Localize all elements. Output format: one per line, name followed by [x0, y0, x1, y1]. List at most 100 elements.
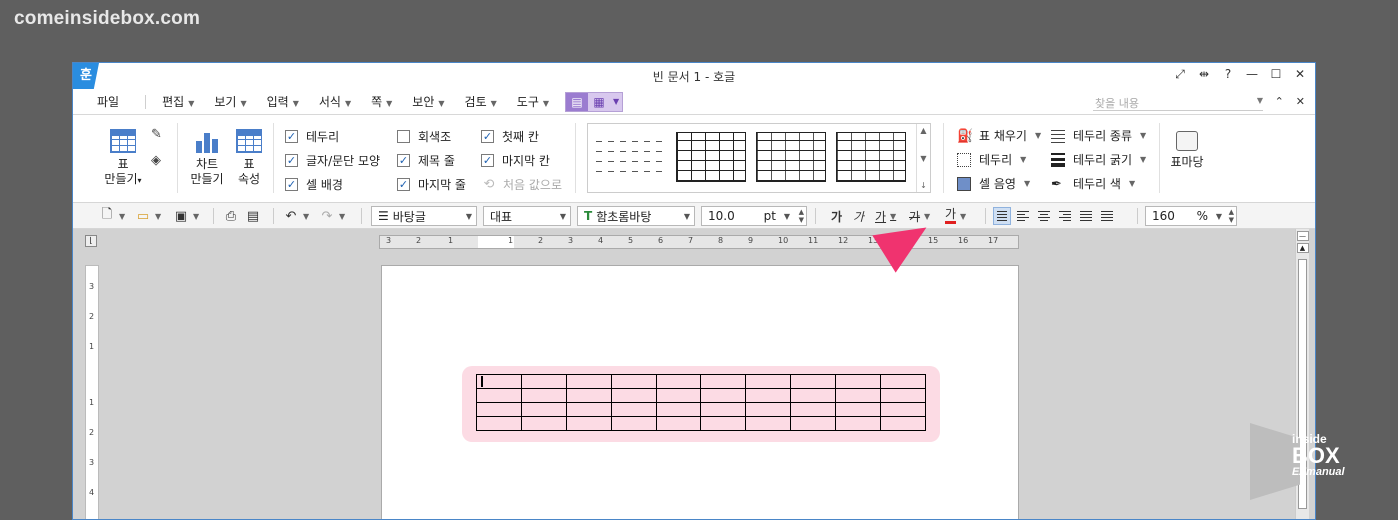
checkbox[interactable]: ✓ — [285, 154, 298, 167]
menu-file[interactable]: 파일 — [73, 93, 139, 110]
make-chart-button[interactable]: 차트 만들기 — [187, 129, 227, 187]
menu-view[interactable]: 보기 ▼ — [204, 93, 256, 110]
check-cell-bg[interactable]: ✓ 셀 배경 — [285, 176, 343, 193]
help-icon[interactable]: ? — [1221, 67, 1235, 82]
style-select[interactable]: ☰ 바탕글 ▼ — [371, 206, 477, 226]
gallery-scrollbar[interactable]: ▲ ▼ ↓ — [916, 124, 930, 192]
print-button[interactable]: ⎙ — [223, 207, 239, 225]
zoom-input[interactable]: 160% ▼ ▲ ▼ — [1145, 206, 1237, 226]
distribute-align-icon[interactable] — [1077, 207, 1095, 225]
menu-format[interactable]: 서식 ▼ — [309, 93, 361, 110]
center-align-icon[interactable] — [1035, 207, 1053, 225]
menu-security[interactable]: 보안 ▼ — [402, 93, 454, 110]
expand-gallery-icon[interactable]: ↓ — [920, 181, 927, 190]
check-last-col[interactable]: ✓ 마지막 칸 — [481, 152, 550, 169]
lang-select[interactable]: 대표 ▼ — [483, 206, 571, 226]
chevron-down-icon: ▼ — [344, 99, 352, 108]
font-select[interactable]: T 함초롬바탕 ▼ — [577, 206, 695, 226]
checkbox[interactable]: ✓ — [481, 130, 494, 143]
preview-button[interactable]: ▤ — [245, 207, 261, 225]
table-fill-icon[interactable]: ◈ — [151, 153, 161, 168]
left-align-icon[interactable] — [1014, 207, 1032, 225]
chevron-down-icon: ▼ — [1034, 131, 1042, 140]
maximize-button[interactable]: ☐ — [1269, 67, 1283, 82]
chevron-down-icon[interactable]: ▼ — [610, 93, 622, 111]
table-style-grid[interactable] — [676, 132, 746, 182]
justify-align-icon[interactable] — [993, 207, 1011, 225]
table-design-icon[interactable]: ▤ — [566, 92, 589, 111]
chevron-up-icon[interactable]: ▲ — [920, 126, 926, 135]
check-label: 마지막 칸 — [502, 154, 550, 168]
table-style-plain[interactable] — [596, 132, 666, 182]
cell-shade-button[interactable]: 셀 음영 ▼ — [957, 175, 1030, 192]
ruler-corner-icon[interactable]: ⌊ — [85, 235, 97, 247]
border-width-icon — [1051, 152, 1065, 167]
spinner-icon[interactable]: ▲ ▼ — [799, 208, 804, 224]
check-title-row[interactable]: ✓ 제목 줄 — [397, 152, 455, 169]
checkbox[interactable]: ✓ — [285, 130, 298, 143]
check-label: 글자/문단 모양 — [306, 154, 381, 168]
open-button[interactable]: ▭ ▼ — [135, 207, 161, 225]
document-page[interactable] — [381, 265, 1019, 519]
check-first-col[interactable]: ✓ 첫째 칸 — [481, 128, 539, 145]
table-style-grid-dotted[interactable] — [756, 132, 826, 182]
menu-label: 편집 — [162, 95, 185, 109]
table-properties-button[interactable]: 표 속성 — [231, 129, 267, 187]
collapse-ribbon-icon[interactable]: ⌃ — [1275, 95, 1284, 108]
checkbox[interactable]: ✓ — [397, 154, 410, 167]
border-color-button[interactable]: ✒ 테두리 색 ▼ — [1051, 175, 1135, 192]
table-edit-icon[interactable]: ✎ — [151, 127, 162, 142]
find-input[interactable]: 찾을 내용 ▼ — [1093, 93, 1263, 111]
split-icon[interactable]: ⇹ — [1197, 67, 1211, 82]
logo-line: BOX — [1292, 443, 1340, 468]
menu-tools[interactable]: 도구 ▼ — [507, 93, 559, 110]
menu-review[interactable]: 검토 ▼ — [455, 93, 507, 110]
menu-label: 쪽 — [371, 95, 383, 109]
bold-button[interactable]: 가 — [831, 207, 842, 225]
italic-button[interactable]: 가 — [853, 207, 864, 225]
logo-text: inside BOX EZmanual — [1292, 433, 1345, 478]
document-table[interactable] — [476, 374, 926, 431]
table-fit-button[interactable]: 표마당 — [1167, 131, 1207, 170]
border-width-button[interactable]: 테두리 굵기 ▼ — [1051, 151, 1146, 168]
check-grayscale[interactable]: 회색조 — [397, 128, 451, 145]
border-type-button[interactable]: 테두리 종류 ▼ — [1051, 127, 1146, 144]
font-color-button[interactable]: 가 ▼ — [945, 207, 966, 225]
cell-fill-button[interactable]: ⛽ 표 채우기 ▼ — [957, 127, 1041, 144]
chevron-down-icon[interactable]: ▼ — [920, 154, 926, 163]
spinner-icon[interactable]: ▲ ▼ — [1229, 208, 1234, 224]
save-button[interactable]: ▣ ▼ — [173, 207, 199, 225]
checkbox[interactable]: ✓ — [481, 154, 494, 167]
check-border[interactable]: ✓ 테두리 — [285, 128, 339, 145]
redo-button[interactable]: ↷ ▼ — [319, 207, 346, 225]
menu-page[interactable]: 쪽 ▼ — [361, 93, 402, 110]
undo-button[interactable]: ↶ ▼ — [283, 207, 310, 225]
chevron-down-icon[interactable]: ▼ — [1257, 96, 1263, 105]
menu-edit[interactable]: 편집 ▼ — [152, 93, 204, 110]
minimize-button[interactable]: — — [1245, 67, 1259, 82]
font-size-input[interactable]: 10.0 pt ▼ ▲ ▼ — [701, 206, 807, 226]
menu-insert[interactable]: 입력 ▼ — [257, 93, 309, 110]
scroll-up-icon[interactable]: — — [1296, 231, 1309, 241]
new-doc-button[interactable]: 🗋 ▼ — [99, 207, 125, 225]
table-view-toggle[interactable]: ▤ ▦ ▼ — [565, 91, 624, 112]
check-last-row[interactable]: ✓ 마지막 줄 — [397, 176, 466, 193]
chart-bar — [212, 139, 218, 153]
close-doc-icon[interactable]: ✕ — [1296, 95, 1305, 108]
font-size-unit: pt — [763, 209, 776, 223]
close-button[interactable]: ✕ — [1293, 67, 1307, 82]
scroll-up-arrow-icon[interactable]: ▲ — [1296, 243, 1309, 253]
table-layout-icon[interactable]: ▦ — [588, 93, 610, 111]
right-align-icon[interactable] — [1056, 207, 1074, 225]
vertical-ruler[interactable]: 3 2 1 1 2 3 4 — [85, 265, 99, 519]
split-align-icon[interactable] — [1098, 207, 1116, 225]
check-char-para[interactable]: ✓ 글자/문단 모양 — [285, 152, 380, 169]
make-table-button[interactable]: 표 만들기▾ — [101, 129, 145, 188]
fullscreen-icon[interactable]: ⤢ — [1173, 67, 1187, 82]
reset-default-button[interactable]: ⟲ 처음 값으로 — [481, 176, 562, 193]
checkbox[interactable]: ✓ — [285, 178, 298, 191]
border-button[interactable]: 테두리 ▼ — [957, 151, 1026, 168]
table-style-grid-header[interactable] — [836, 132, 906, 182]
checkbox[interactable]: ✓ — [397, 178, 410, 191]
checkbox[interactable] — [397, 130, 410, 143]
